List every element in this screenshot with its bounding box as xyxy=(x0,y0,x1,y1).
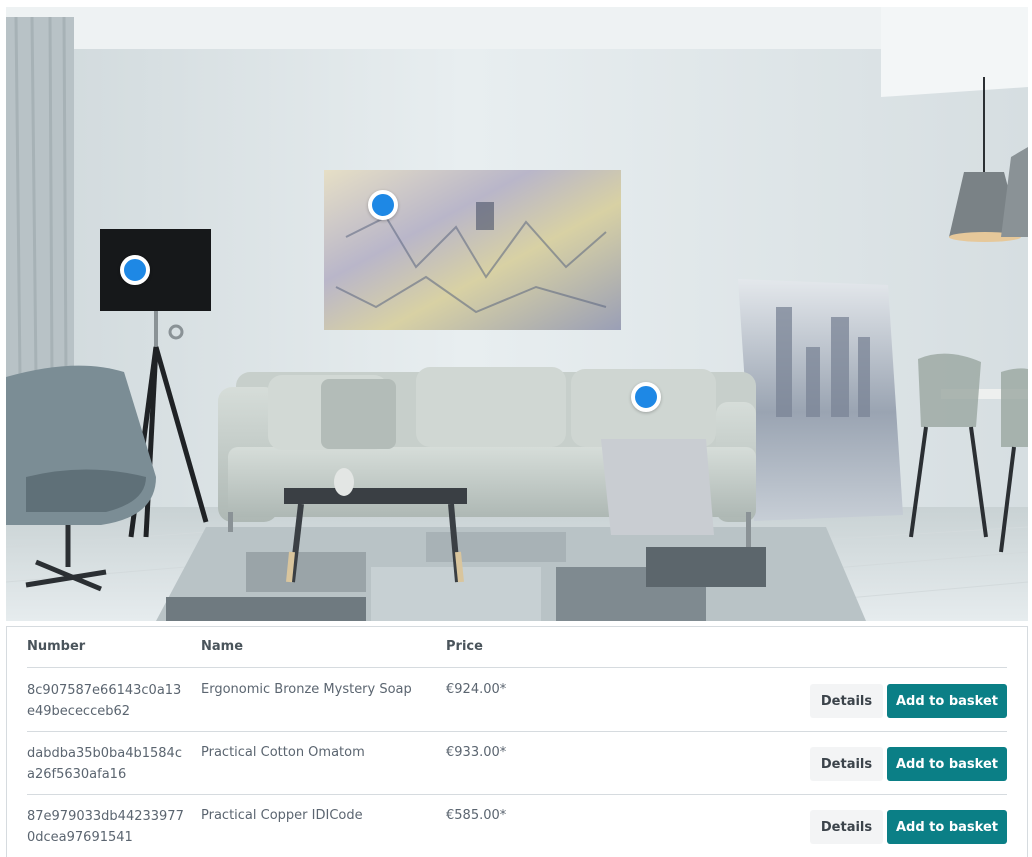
hotspot-floor-lamp[interactable] xyxy=(120,255,150,285)
hotspot-sofa-cushion[interactable] xyxy=(631,382,661,412)
product-price: €933.00* xyxy=(446,745,507,760)
table-row: 8c907587e66143c0a13e49bececceb62 Ergonom… xyxy=(27,668,1007,732)
product-price: €585.00* xyxy=(446,808,507,823)
add-to-basket-button[interactable]: Add to basket xyxy=(887,747,1007,781)
product-number: 8c907587e66143c0a13e49bececceb62 xyxy=(27,683,182,719)
details-button[interactable]: Details xyxy=(810,684,883,718)
column-header-price: Price xyxy=(446,639,483,654)
table-row: dabdba35b0ba4b1584ca26f5630afa16 Practic… xyxy=(27,731,1007,795)
product-name: Practical Cotton Omatom xyxy=(201,745,365,760)
product-name: Practical Copper IDICode xyxy=(201,808,363,823)
room-scene-image xyxy=(6,7,1028,621)
add-to-basket-button[interactable]: Add to basket xyxy=(887,810,1007,844)
room-illustration xyxy=(6,7,1028,621)
table-row: 87e979033db442339770dcea97691541 Practic… xyxy=(27,794,1007,857)
hotspot-wall-painting[interactable] xyxy=(368,190,398,220)
product-number: 87e979033db442339770dcea97691541 xyxy=(27,809,184,845)
product-name: Ergonomic Bronze Mystery Soap xyxy=(201,682,412,697)
details-button[interactable]: Details xyxy=(810,810,883,844)
column-header-number: Number xyxy=(27,639,86,654)
product-table: Number Name Price 8c907587e66143c0a13e49… xyxy=(6,626,1028,857)
details-button[interactable]: Details xyxy=(810,747,883,781)
column-header-name: Name xyxy=(201,639,244,654)
product-number: dabdba35b0ba4b1584ca26f5630afa16 xyxy=(27,746,182,782)
product-price: €924.00* xyxy=(446,682,507,697)
add-to-basket-button[interactable]: Add to basket xyxy=(887,684,1007,718)
table-header: Number Name Price xyxy=(27,627,1007,668)
